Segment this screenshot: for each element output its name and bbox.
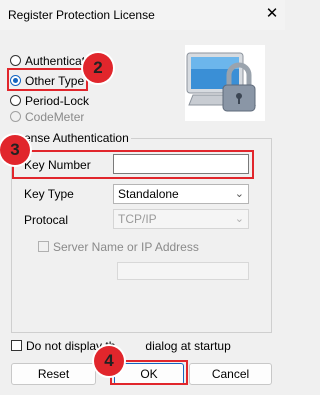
key-type-dropdown[interactable]: Standalone ⌄: [113, 184, 249, 204]
chevron-down-icon: ⌄: [234, 213, 244, 225]
radio-circle-disabled: [10, 111, 21, 122]
key-type-value: Standalone: [118, 187, 179, 201]
step-badge-2: 2: [83, 53, 113, 83]
radio-circle[interactable]: [10, 55, 21, 66]
radio-period-lock[interactable]: Period-Lock: [10, 93, 89, 108]
do-not-display-checkbox[interactable]: [11, 340, 22, 351]
protocol-value: TCP/IP: [118, 212, 157, 226]
protocol-dropdown: TCP/IP ⌄: [113, 209, 249, 229]
highlight-key-number: [12, 150, 254, 179]
reset-button[interactable]: Reset: [11, 363, 96, 385]
window-title: Register Protection License: [8, 8, 155, 22]
radio-label-codemeter: CodeMeter: [25, 109, 85, 124]
step-badge-3: 3: [0, 135, 30, 165]
highlight-other-type: [7, 68, 88, 91]
protocol-label: Protocal: [24, 213, 69, 227]
do-not-display-label-tail: dialog at startup: [145, 339, 231, 353]
server-checkbox-label: Server Name or IP Address: [53, 240, 199, 254]
close-icon[interactable]: ✕: [262, 4, 282, 24]
chevron-down-icon: ⌄: [234, 188, 244, 200]
title-bar: Register Protection License ✕: [0, 0, 285, 30]
radio-codemeter: CodeMeter: [10, 109, 84, 124]
step-badge-4: 4: [94, 346, 124, 376]
monitor-lock-icon: [186, 52, 257, 112]
cancel-button[interactable]: Cancel: [189, 363, 272, 385]
license-lock-illustration: [185, 45, 265, 121]
key-type-label: Key Type: [24, 187, 74, 201]
server-checkbox: [38, 241, 49, 252]
do-not-display-label: Do not display th dialog at startup: [26, 339, 231, 353]
server-address-input: [117, 262, 249, 280]
group-legend: ense Authentication: [22, 131, 131, 145]
radio-circle[interactable]: [10, 95, 21, 106]
radio-label-period-lock: Period-Lock: [25, 93, 90, 108]
